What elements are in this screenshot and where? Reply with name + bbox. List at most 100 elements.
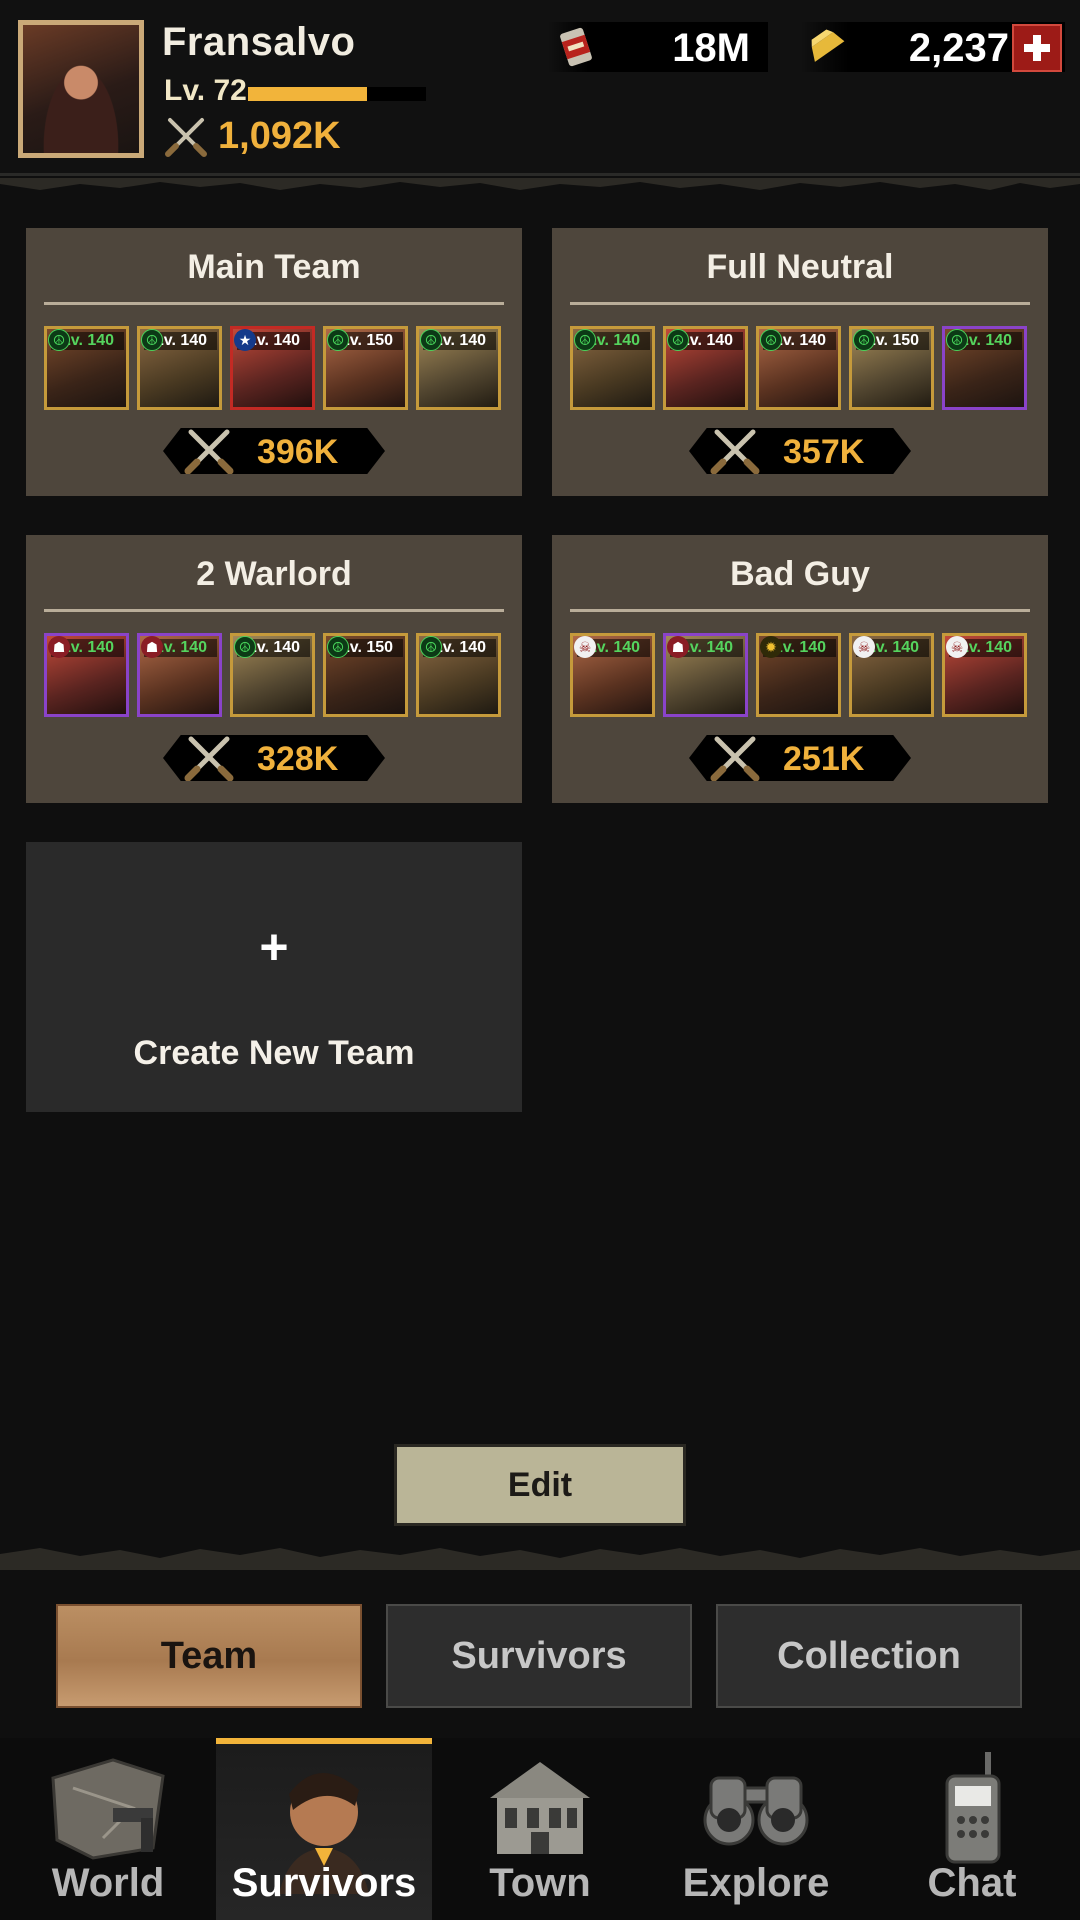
peace-faction-icon: ☮ bbox=[141, 329, 163, 351]
peace-faction-icon: ☮ bbox=[420, 329, 442, 351]
nav-chat[interactable]: Chat bbox=[864, 1738, 1080, 1920]
skull-faction-icon: ☠ bbox=[946, 636, 968, 658]
town-building-icon bbox=[475, 1748, 605, 1873]
peace-faction-icon: ☮ bbox=[327, 329, 349, 351]
xp-bar-fill bbox=[248, 87, 368, 101]
hero-portrait[interactable]: Lv. 150 ☮ bbox=[323, 633, 408, 717]
team-card[interactable]: Full Neutral Lv. 140 ☮ Lv. 140 ☮ Lv. 140… bbox=[552, 228, 1048, 496]
canned-food-icon bbox=[560, 27, 592, 67]
player-power: 1,092K bbox=[164, 114, 341, 158]
gold-resource-value: 2,237 bbox=[908, 26, 1009, 70]
nav-survivors[interactable]: Survivors bbox=[216, 1738, 432, 1920]
team-card[interactable]: Main Team Lv. 140 ☮ Lv. 140 ☮ Lv. 140 ★ … bbox=[26, 228, 522, 496]
nav-label: World bbox=[51, 1861, 165, 1905]
hero-portrait[interactable]: Lv. 140 ☠ bbox=[849, 633, 934, 717]
peace-faction-icon: ☮ bbox=[420, 636, 442, 658]
peace-faction-icon: ☮ bbox=[48, 329, 70, 351]
peace-faction-icon: ☮ bbox=[760, 329, 782, 351]
hero-portrait[interactable]: Lv. 140 ☮ bbox=[44, 326, 129, 410]
tab-survivors[interactable]: Survivors bbox=[386, 1604, 692, 1708]
hero-portrait[interactable]: Lv. 140 ☮ bbox=[942, 326, 1027, 410]
add-gold-button[interactable] bbox=[1012, 24, 1062, 72]
team-card[interactable]: Bad Guy Lv. 140 ☠ Lv. 140 ☗ Lv. 140 ✹ Lv… bbox=[552, 535, 1048, 803]
team-card[interactable]: 2 Warlord Lv. 140 ☗ Lv. 140 ☗ Lv. 140 ☮ … bbox=[26, 535, 522, 803]
xp-bar bbox=[248, 87, 426, 101]
nav-label: Town bbox=[489, 1861, 591, 1905]
world-map-pistol-icon bbox=[43, 1748, 173, 1873]
team-power-value: 328K bbox=[257, 740, 339, 778]
warlord-faction-icon: ☗ bbox=[667, 636, 689, 658]
hero-portrait[interactable]: Lv. 140 ☗ bbox=[663, 633, 748, 717]
nav-world[interactable]: World bbox=[0, 1738, 216, 1920]
food-resource-value: 18M bbox=[672, 26, 750, 70]
card-divider bbox=[44, 609, 504, 612]
player-name: Fransalvo bbox=[162, 20, 356, 64]
peace-faction-icon: ☮ bbox=[853, 329, 875, 351]
team-power: 396K bbox=[163, 428, 385, 474]
hero-portrait[interactable]: Lv. 140 ★ bbox=[230, 326, 315, 410]
team-power: 328K bbox=[163, 735, 385, 781]
tab-team[interactable]: Team bbox=[56, 1604, 362, 1708]
torn-edge-divider-bottom bbox=[0, 1548, 1080, 1570]
hero-portrait[interactable]: Lv. 140 ☮ bbox=[756, 326, 841, 410]
player-header: Fransalvo Lv. 72 1,092K 18M 2,237 bbox=[0, 0, 1080, 176]
team-name: Main Team bbox=[187, 248, 361, 286]
hero-portrait[interactable]: Lv. 140 ☮ bbox=[416, 633, 501, 717]
hero-portrait[interactable]: Lv. 140 ✹ bbox=[756, 633, 841, 717]
crossed-swords-icon bbox=[184, 429, 234, 474]
radio-walkie-talkie-icon bbox=[907, 1748, 1037, 1873]
gold-bar-icon bbox=[811, 29, 845, 62]
nav-label: Explore bbox=[682, 1861, 830, 1905]
nav-explore[interactable]: Explore bbox=[648, 1738, 864, 1920]
bottom-navigation: World Survivors Town Explore Chat bbox=[0, 1738, 1080, 1920]
team-name: Bad Guy bbox=[730, 555, 870, 593]
edit-button[interactable]: Edit bbox=[394, 1444, 686, 1526]
team-power-value: 396K bbox=[257, 433, 339, 471]
player-power-value: 1,092K bbox=[218, 114, 341, 157]
hero-portrait[interactable]: Lv. 150 ☮ bbox=[849, 326, 934, 410]
tab-collection[interactable]: Collection bbox=[716, 1604, 1022, 1708]
hero-portrait[interactable]: Lv. 140 ☮ bbox=[663, 326, 748, 410]
team-members: Lv. 140 ☗ Lv. 140 ☗ Lv. 140 ☮ Lv. 150 ☮ … bbox=[44, 633, 501, 717]
hero-portrait[interactable]: Lv. 140 ☗ bbox=[44, 633, 129, 717]
team-power-value: 251K bbox=[783, 740, 865, 778]
crossed-swords-icon bbox=[165, 118, 207, 157]
hero-portrait[interactable]: Lv. 150 ☮ bbox=[323, 326, 408, 410]
team-name: 2 Warlord bbox=[196, 555, 352, 593]
binoculars-icon bbox=[691, 1748, 821, 1873]
hero-portrait[interactable]: Lv. 140 ☠ bbox=[570, 633, 655, 717]
team-name: Full Neutral bbox=[706, 248, 894, 286]
team-power-value: 357K bbox=[783, 433, 865, 471]
food-resource[interactable]: 18M bbox=[548, 22, 768, 72]
female-survivor-portrait-icon bbox=[23, 25, 139, 153]
peace-faction-icon: ☮ bbox=[574, 329, 596, 351]
hero-portrait[interactable]: Lv. 140 ☮ bbox=[570, 326, 655, 410]
player-avatar[interactable] bbox=[18, 20, 144, 158]
card-divider bbox=[570, 302, 1030, 305]
team-members: Lv. 140 ☮ Lv. 140 ☮ Lv. 140 ☮ Lv. 150 ☮ … bbox=[570, 326, 1027, 410]
team-members: Lv. 140 ☮ Lv. 140 ☮ Lv. 140 ★ Lv. 150 ☮ … bbox=[44, 326, 501, 410]
create-new-team-card[interactable]: + Create New Team bbox=[26, 842, 522, 1112]
team-power: 357K bbox=[689, 428, 911, 474]
warlord-faction-icon: ☗ bbox=[48, 636, 70, 658]
skull-faction-icon: ☠ bbox=[853, 636, 875, 658]
nav-label: Chat bbox=[927, 1861, 1017, 1905]
team-members: Lv. 140 ☠ Lv. 140 ☗ Lv. 140 ✹ Lv. 140 ☠ … bbox=[570, 633, 1027, 717]
peace-faction-icon: ☮ bbox=[234, 636, 256, 658]
hero-portrait[interactable]: Lv. 140 ☮ bbox=[230, 633, 315, 717]
create-new-team-label: Create New Team bbox=[133, 1034, 415, 1072]
chaos-faction-icon: ✹ bbox=[760, 636, 782, 658]
peace-faction-icon: ☮ bbox=[327, 636, 349, 658]
card-divider bbox=[44, 302, 504, 305]
peace-faction-icon: ☮ bbox=[946, 329, 968, 351]
hero-portrait[interactable]: Lv. 140 ☮ bbox=[137, 326, 222, 410]
peace-faction-icon: ☮ bbox=[667, 329, 689, 351]
hero-portrait[interactable]: Lv. 140 ☮ bbox=[416, 326, 501, 410]
crossed-swords-icon bbox=[710, 429, 760, 474]
hero-portrait[interactable]: Lv. 140 ☗ bbox=[137, 633, 222, 717]
team-power: 251K bbox=[689, 735, 911, 781]
plus-icon: + bbox=[259, 919, 289, 975]
crossed-swords-icon bbox=[184, 736, 234, 781]
hero-portrait[interactable]: Lv. 140 ☠ bbox=[942, 633, 1027, 717]
nav-town[interactable]: Town bbox=[432, 1738, 648, 1920]
